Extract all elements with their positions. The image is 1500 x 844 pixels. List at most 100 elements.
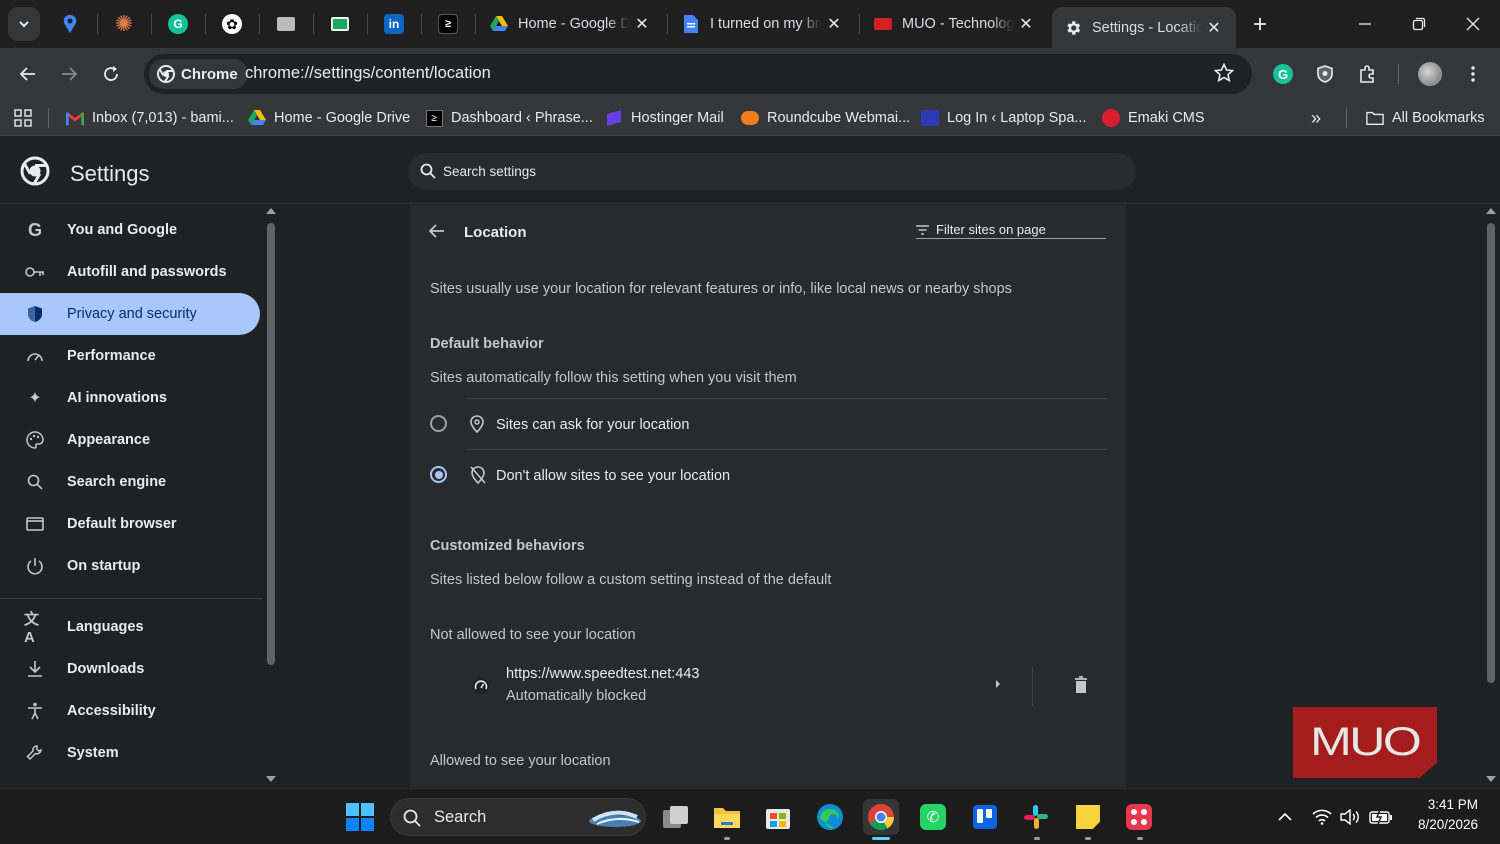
reload-button[interactable] [95,58,127,90]
tab-google-drive[interactable]: Home - Google Drive ✕ [478,6,664,42]
bookmark-laptop-spa[interactable]: Log In ‹ Laptop Spa... [921,106,1086,130]
location-settings-card: Location Filter sites on page Sites usua… [410,205,1126,787]
settings-header: Settings Search settings [0,142,1500,204]
address-bar[interactable]: Chrome chrome://settings/content/locatio… [144,54,1252,94]
sidebar-item-performance[interactable]: Performance [0,335,260,377]
default-behavior-subtitle: Sites automatically follow this setting … [430,370,797,386]
new-tab-button[interactable] [1242,8,1278,40]
filter-sites-input[interactable]: Filter sites on page [916,221,1106,239]
more-bookmarks-button[interactable]: » [1311,106,1321,130]
sidebar-scrollbar-thumb[interactable] [267,223,275,665]
extensions-button[interactable] [1352,58,1384,90]
pinned-tab-sheets[interactable] [325,10,355,38]
pinned-tab-location[interactable] [55,10,85,38]
arrow-right-icon[interactable] [994,678,1002,690]
back-button[interactable] [12,58,44,90]
site-info-chip[interactable]: Chrome [149,59,248,89]
menu-button[interactable] [1457,58,1489,90]
all-bookmarks-button[interactable]: All Bookmarks [1366,106,1485,130]
pinned-tab-chatgpt[interactable]: ✿ [217,10,247,38]
scroll-up-arrow-icon[interactable] [1485,207,1497,215]
slack-icon [1024,805,1048,829]
customized-behaviors-subtitle: Sites listed below follow a custom setti… [430,572,832,588]
sidebar-item-search-engine[interactable]: Search engine [0,461,260,503]
sidebar-item-appearance[interactable]: Appearance [0,419,260,461]
close-icon[interactable]: ✕ [1014,12,1038,36]
tray-overflow-button[interactable] [1267,799,1303,835]
option-block-label[interactable]: Don't allow sites to see your location [496,468,730,484]
tab-google-doc[interactable]: I turned on my browser ✕ [670,6,856,42]
radio-allow-ask[interactable] [430,415,447,432]
sidebar-item-you-and-google[interactable]: G You and Google [0,209,260,251]
tab-muo[interactable]: MUO - Technology ✕ [862,6,1048,42]
restore-button[interactable] [1401,8,1437,40]
close-icon[interactable]: ✕ [630,12,654,36]
clock-time[interactable]: 3:41 PM [1412,797,1478,812]
taskbar-app-grid[interactable] [1121,799,1157,835]
profile-avatar[interactable] [1414,58,1446,90]
apps-button[interactable] [14,106,32,130]
taskbar-chrome[interactable] [863,799,899,835]
close-icon[interactable]: ✕ [822,12,846,36]
sidebar-item-default-browser[interactable]: Default browser [0,503,260,545]
muo-watermark: MUO [1293,707,1437,778]
forward-button[interactable] [53,58,85,90]
delete-button[interactable] [1074,676,1088,694]
shield-extension-button[interactable] [1309,58,1341,90]
taskbar-sticky-notes[interactable] [1070,799,1106,835]
search-settings-input[interactable]: Search settings [408,153,1136,190]
pinned-tab-linkedin[interactable]: in [379,10,409,38]
scroll-up-arrow-icon[interactable] [265,207,277,215]
filter-placeholder: Filter sites on page [936,222,1046,237]
main-scrollbar-thumb[interactable] [1487,223,1495,683]
radio-dont-allow[interactable] [430,466,447,483]
close-window-button[interactable] [1455,8,1491,40]
back-button[interactable] [428,223,446,239]
start-button[interactable] [342,799,378,835]
bookmark-hostinger[interactable]: Hostinger Mail [605,106,724,130]
tab-settings-location[interactable]: Settings - Location ✕ [1052,7,1236,48]
taskbar-edge[interactable] [812,799,848,835]
option-ask-label[interactable]: Sites can ask for your location [496,417,689,433]
grammarly-extension-button[interactable]: G [1267,58,1299,90]
tray-battery[interactable] [1363,799,1399,835]
sidebar-item-accessibility[interactable]: Accessibility [0,690,260,732]
bookmark-star-button[interactable] [1214,63,1234,83]
scroll-down-arrow-icon[interactable] [265,775,277,783]
bookmark-gmail[interactable]: Inbox (7,013) - bami... [66,106,234,130]
pinned-tab-store[interactable] [271,10,301,38]
sidebar-item-ai[interactable]: ✦ AI innovations [0,377,260,419]
sidebar-item-downloads[interactable]: Downloads [0,648,260,690]
sidebar-item-privacy[interactable]: Privacy and security [0,293,260,335]
bookmark-emaki[interactable]: Emaki CMS [1102,106,1205,130]
taskbar-trello[interactable] [967,799,1003,835]
bookmark-roundcube[interactable]: Roundcube Webmai... [741,106,910,130]
location-off-icon [470,466,486,484]
taskbar-whatsapp[interactable]: ✆ [915,799,951,835]
pinned-tab-terminal[interactable]: ≥ [433,10,463,38]
taskbar-microsoft-store[interactable] [760,799,796,835]
pinned-tab-claude[interactable]: ✺ [109,10,139,38]
sidebar-item-system[interactable]: System [0,732,260,774]
bookmark-dashboard[interactable]: ≥ Dashboard ‹ Phrase... [425,106,593,130]
close-icon[interactable]: ✕ [1202,16,1226,40]
bookmark-google-drive[interactable]: Home - Google Drive [248,106,410,130]
tab-search-button[interactable] [8,7,40,41]
url-text[interactable]: chrome://settings/content/location [245,64,491,83]
minimize-button[interactable] [1347,8,1383,40]
taskbar-slack[interactable] [1018,799,1054,835]
sidebar-item-on-startup[interactable]: On startup [0,545,260,587]
scroll-down-arrow-icon[interactable] [1485,775,1497,783]
taskbar-file-explorer[interactable] [709,799,745,835]
taskbar-task-view[interactable] [658,799,694,835]
clock-date[interactable]: 8/20/2026 [1402,817,1478,832]
sidebar-item-autofill[interactable]: Autofill and passwords [0,251,260,293]
site-row-speedtest[interactable]: https://www.speedtest.net:443 Automatica… [410,660,1126,712]
taskbar-search-box[interactable]: Search [390,798,646,836]
sheet-icon [331,17,349,31]
laptop-icon [921,109,939,127]
pinned-tab-grammarly[interactable]: G [163,10,193,38]
sidebar-item-languages[interactable]: 文A Languages [0,606,260,648]
grammarly-icon: G [168,14,188,34]
arrow-right-icon [62,67,78,81]
